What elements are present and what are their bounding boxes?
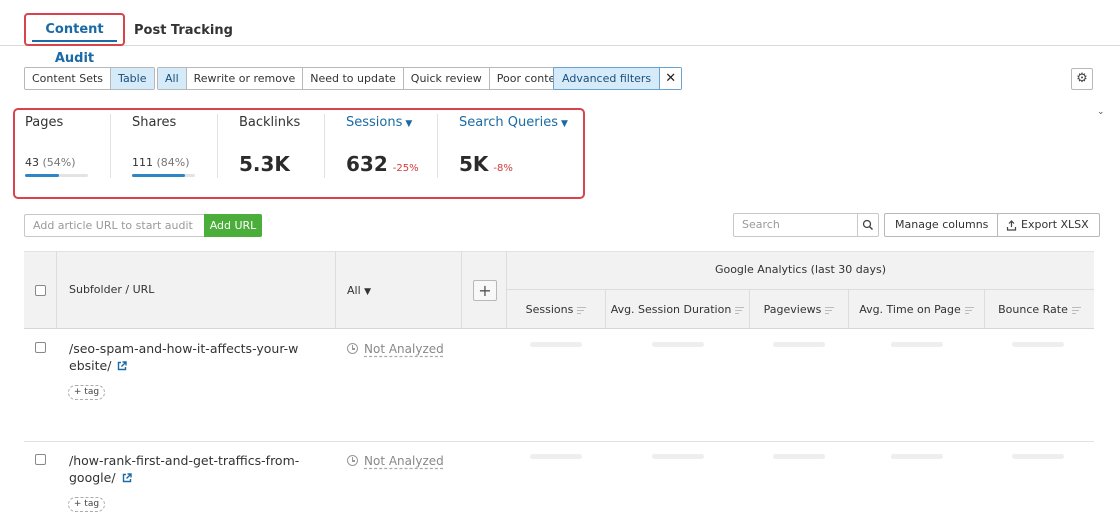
loading-placeholder [1012,342,1064,347]
table-row-url[interactable]: /seo-spam-and-how-it-affects-your-w ebsi… [69,340,298,374]
loading-placeholder [530,454,582,459]
metric-shares: Shares 111 (84%) [132,110,222,197]
add-column-button[interactable]: + [473,280,497,301]
metric-search-queries-value: 5K -8% [459,152,513,176]
metric-search-queries-dropdown[interactable]: Search Queries ▼ [459,115,568,130]
export-label: Export XLSX [1021,218,1089,231]
metric-sessions-dropdown[interactable]: Sessions ▼ [346,115,412,130]
external-link-icon[interactable] [117,361,128,371]
chevron-down-icon: ▼ [405,119,413,129]
divider [56,251,57,329]
metric-pages-label: Pages [25,115,64,130]
metric-search-queries: Search Queries ▼ 5K -8% [459,110,579,197]
metric-pages-bar-fill [25,174,60,177]
loading-placeholder [891,342,943,347]
table-row-url[interactable]: /how-rank-first-and-get-traffics-from- g… [69,452,299,486]
tab-bar: Content Audit Post Tracking [0,0,1120,66]
sort-icon [735,305,745,316]
metric-sessions: Sessions ▼ 632 -25% [346,110,446,197]
metric-shares-bar [132,174,195,177]
divider [437,114,438,178]
chevron-down-icon: ▼ [561,119,568,129]
add-tag-button[interactable]: + tag [68,385,105,400]
select-all-checkbox[interactable] [35,285,46,296]
filter-quick-review-button[interactable]: Quick review [403,68,490,89]
column-header-pageviews[interactable]: Pageviews [750,303,848,316]
clock-icon [347,455,358,466]
loading-placeholder [773,342,825,347]
metric-backlinks-label: Backlinks [239,115,301,130]
content-sets-button[interactable]: Content Sets [25,68,112,89]
row-checkbox[interactable] [35,342,46,353]
settings-gear-icon[interactable]: ⚙ [1071,68,1093,90]
search-input[interactable]: Search [733,213,858,237]
loading-placeholder [773,454,825,459]
divider [461,251,462,329]
column-header-avg-time-on-page[interactable]: Avg. Time on Page [849,303,984,316]
chevron-down-icon[interactable]: ⌄ [1097,107,1105,117]
clear-filters-icon[interactable]: ✕ [660,68,682,89]
column-header-avg-session-duration[interactable]: Avg. Session Duration [606,303,749,316]
status-badge: Not Analyzed [347,342,444,356]
add-url-input[interactable]: Add article URL to start audit [24,214,204,237]
external-link-icon[interactable] [122,473,132,483]
filter-all-button[interactable]: All [158,68,187,89]
add-url-button[interactable]: Add URL [204,214,262,237]
manage-columns-button[interactable]: Manage columns [884,213,1000,237]
loading-placeholder [891,454,943,459]
loading-placeholder [652,342,704,347]
tab-content-audit[interactable]: Content Audit [24,13,125,66]
clock-icon [347,343,358,354]
metric-backlinks-value: 5.3K [239,152,290,176]
divider [324,114,325,178]
status-filter-dropdown[interactable]: All ▼ [347,284,371,297]
tab-post-tracking[interactable]: Post Tracking [134,15,233,46]
filter-group: All Rewrite or remove Need to update Qui… [157,67,575,90]
search-icon[interactable] [857,213,879,237]
sort-icon [825,305,835,316]
chevron-down-icon: ▼ [364,287,372,297]
filter-need-update-button[interactable]: Need to update [303,68,404,89]
column-header-bounce-rate[interactable]: Bounce Rate [985,303,1094,316]
sort-icon [577,305,587,316]
metric-pages-bar [25,174,88,177]
ga-group-header: Google Analytics (last 30 days) [714,263,887,276]
add-tag-button[interactable]: + tag [68,497,105,512]
sort-icon [1071,305,1081,316]
metric-shares-bar-fill [132,174,185,177]
divider [110,114,111,178]
metric-pages: Pages 43 (54%) [25,110,115,197]
loading-placeholder [652,454,704,459]
advanced-filters-button[interactable]: Advanced filters [554,68,661,89]
advanced-filters-group: Advanced filters ✕ [553,67,683,90]
metric-sessions-value: 632 -25% [346,152,419,176]
divider [217,114,218,178]
column-header-sessions[interactable]: Sessions [507,303,605,316]
filter-rewrite-button[interactable]: Rewrite or remove [186,68,304,89]
divider [24,441,1094,442]
metrics-panel: Pages 43 (54%) Shares 111 (84%) Backlink… [13,108,585,199]
divider [507,289,1094,290]
export-icon [1006,220,1017,231]
metric-shares-value: 111 (84%) [132,156,190,169]
view-toggle: Content Sets Table [24,67,155,90]
loading-placeholder [530,342,582,347]
metric-shares-label: Shares [132,115,177,130]
export-xlsx-button[interactable]: Export XLSX [997,213,1100,237]
table-view-button[interactable]: Table [111,68,154,89]
metric-pages-value: 43 (54%) [25,156,76,169]
metric-backlinks: Backlinks 5.3K [239,110,329,197]
divider [335,251,336,329]
row-checkbox[interactable] [35,454,46,465]
status-badge: Not Analyzed [347,454,444,468]
sort-icon [964,305,974,316]
column-header-url[interactable]: Subfolder / URL [69,283,154,296]
loading-placeholder [1012,454,1064,459]
